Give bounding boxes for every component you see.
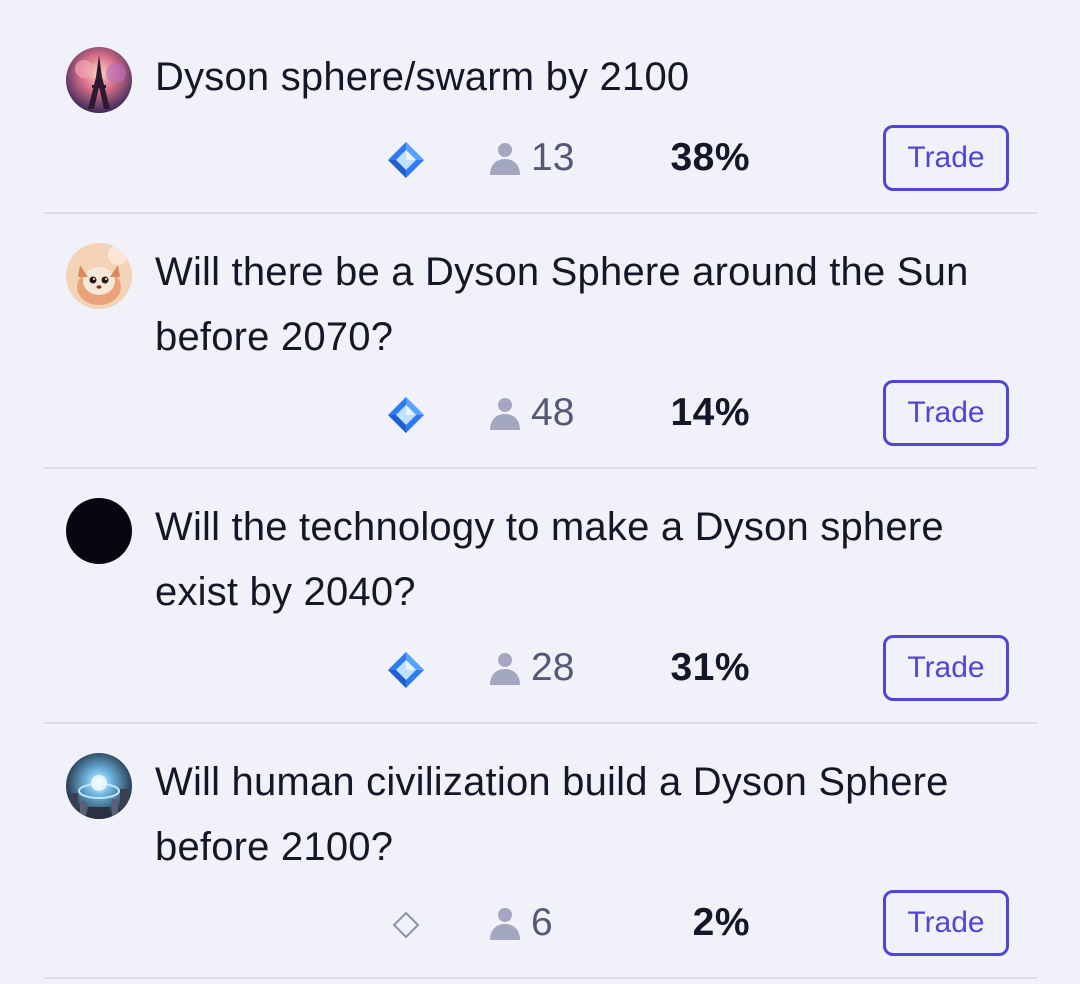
- trade-button[interactable]: Trade: [883, 890, 1009, 956]
- mana-diamond-icon: [386, 650, 426, 690]
- mana-diamond-icon: [386, 395, 426, 435]
- market-title[interactable]: Will human civilization build a Dyson Sp…: [155, 750, 1015, 880]
- traders-stat: 6: [487, 890, 553, 956]
- market-list: Dyson sphere/swarm by 2100 13 38% Trade: [0, 0, 1080, 984]
- divider: [44, 212, 1037, 214]
- divider: [44, 467, 1037, 469]
- market-title[interactable]: Dyson sphere/swarm by 2100: [155, 45, 1015, 110]
- probability: 14%: [670, 391, 750, 434]
- person-icon: [487, 905, 523, 941]
- scifi-city-avatar[interactable]: [66, 753, 132, 819]
- mana-diamond-outline-icon: [386, 905, 426, 945]
- traders-count: 28: [531, 646, 575, 689]
- trade-button[interactable]: Trade: [883, 125, 1009, 191]
- traders-stat: 48: [487, 380, 574, 446]
- traders-stat: 28: [487, 635, 574, 701]
- person-icon: [487, 395, 523, 431]
- creature-avatar[interactable]: [66, 243, 132, 309]
- divider: [44, 977, 1037, 979]
- traders-stat: 13: [487, 125, 574, 191]
- probability: 38%: [670, 136, 750, 179]
- market-stats: 28 31% Trade: [0, 635, 1080, 701]
- traders-count: 13: [531, 136, 575, 179]
- traders-count: 6: [531, 901, 553, 944]
- mana-diamond-icon: [386, 140, 426, 180]
- eiffel-tower-avatar[interactable]: [66, 47, 132, 113]
- market-title[interactable]: Will there be a Dyson Sphere around the …: [155, 240, 1015, 370]
- market-title[interactable]: Will the technology to make a Dyson sphe…: [155, 495, 1015, 625]
- black-circle-avatar[interactable]: [66, 498, 132, 564]
- traders-count: 48: [531, 391, 575, 434]
- probability: 2%: [692, 901, 750, 944]
- divider: [44, 722, 1037, 724]
- market-stats: 13 38% Trade: [0, 125, 1080, 191]
- market-stats: 48 14% Trade: [0, 380, 1080, 446]
- person-icon: [487, 140, 523, 176]
- trade-button[interactable]: Trade: [883, 635, 1009, 701]
- person-icon: [487, 650, 523, 686]
- market-stats: 6 2% Trade: [0, 890, 1080, 956]
- trade-button[interactable]: Trade: [883, 380, 1009, 446]
- probability: 31%: [670, 646, 750, 689]
